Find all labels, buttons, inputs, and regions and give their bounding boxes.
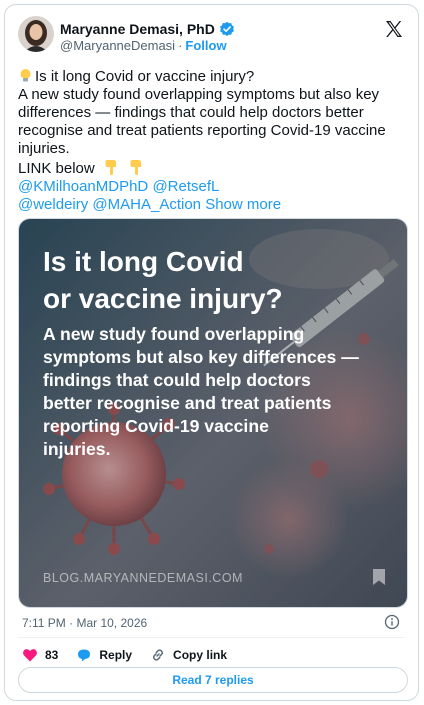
reply-icon [78,649,91,662]
separator: · [178,38,183,53]
handle-row: @MaryanneDemasi · Follow [60,38,227,53]
divider [18,637,405,638]
tweet-card: Maryanne Demasi, PhD @MaryanneDemasi · F… [4,4,419,701]
tweet-line-6: LINK below [18,158,410,178]
copy-link-label: Copy link [173,648,228,662]
mention-link[interactable]: @MAHA_Action [92,196,201,213]
follow-button[interactable]: Follow [185,38,226,53]
verified-badge-icon [219,21,235,37]
tweet-line-1: Is it long Covid or vaccine injury? [18,68,410,86]
author-handle[interactable]: @MaryanneDemasi [60,38,175,53]
mention-link[interactable]: @RetsefL [152,178,219,195]
author-name-row[interactable]: Maryanne Demasi, PhD [60,20,235,38]
link-icon [153,649,164,661]
tweet-line-5: injuries. [18,140,70,157]
tweet-line-7: @KMilhoanMDPhD @RetsefL [18,178,410,196]
mention-link[interactable]: @weldeiry [18,196,88,213]
info-icon[interactable] [384,614,400,630]
media-body: A new study found overlapping symptoms b… [43,324,359,459]
lightbulb-emoji [18,68,33,83]
tweet-text: Is it long Covid or vaccine injury? A ne… [18,68,410,214]
tweet-timestamp[interactable]: 7:11 PM · Mar 10, 2026 [22,616,147,630]
media-site-url: BLOG.MARYANNEDEMASI.COM [43,571,243,585]
media-card[interactable]: Is it long Covid or vaccine injury? A ne… [18,218,408,608]
avatar[interactable] [18,16,54,52]
heart-icon [23,649,37,662]
bookmark-icon [373,569,385,585]
reply-label: Reply [99,648,133,662]
author-name[interactable]: Maryanne Demasi, PhD [60,21,215,37]
mention-link[interactable]: @KMilhoanMDPhD [18,178,148,195]
action-bar: 83 Reply Copy link [22,645,245,665]
tweet-line-4: recognise and treat patients reporting C… [18,122,386,139]
pointing-down-emoji [102,158,120,176]
like-button[interactable]: 83 [22,647,58,663]
read-replies-button[interactable]: Read 7 replies [18,667,408,693]
tweet-line-3: differences — findings that could help d… [18,104,364,121]
copy-link-button[interactable]: Copy link [150,647,227,663]
tweet-line-2: A new study found overlapping symptoms b… [18,86,380,103]
pointing-down-emoji [127,158,145,176]
reply-button[interactable]: Reply [76,647,132,663]
x-logo-icon[interactable] [384,19,404,39]
tweet-line-8: @weldeiry @MAHA_Action Show more [18,196,410,214]
media-title: Is it long Covid or vaccine injury? [43,246,283,314]
like-count: 83 [45,648,59,662]
show-more-link[interactable]: Show more [205,196,281,213]
